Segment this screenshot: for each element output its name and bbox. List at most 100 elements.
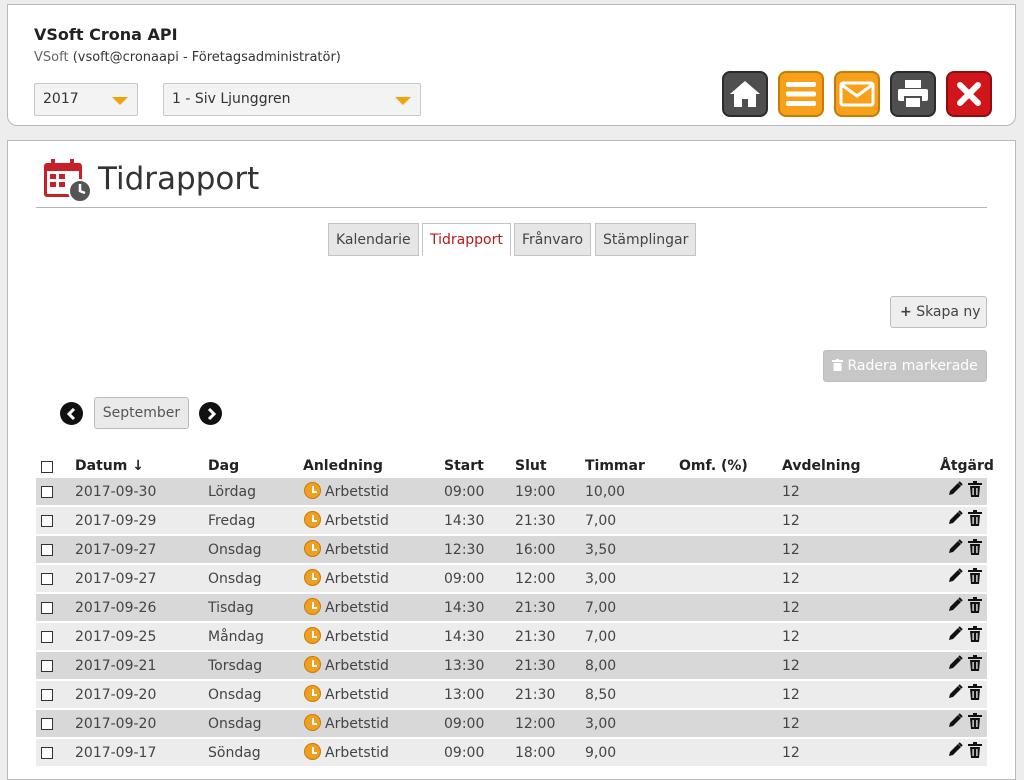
- cell-start: 14:30: [444, 629, 485, 645]
- user-detail: (vsoft@cronaapi - Företagsadministratör): [72, 50, 341, 65]
- tab-kalendarie[interactable]: Kalendarie: [328, 223, 419, 256]
- cell-anledning: Arbetstid: [325, 716, 389, 732]
- cell-start: 09:00: [444, 571, 485, 587]
- person-select-value: 1 - Siv Ljunggren: [172, 91, 291, 107]
- trash-icon[interactable]: [968, 742, 982, 762]
- cell-datum: 2017-09-26: [75, 600, 157, 616]
- row-checkbox[interactable]: [41, 486, 53, 498]
- cell-slut: 21:30: [515, 658, 556, 674]
- month-label[interactable]: September: [94, 397, 189, 429]
- cell-dag: Lördag: [208, 484, 256, 500]
- col-omf: Omf. (%): [679, 458, 748, 474]
- page-title: Tidrapport: [98, 161, 260, 197]
- user-info: VSoft (vsoft@cronaapi - Företagsadminist…: [34, 50, 341, 65]
- close-button[interactable]: [946, 71, 992, 117]
- print-button[interactable]: [890, 71, 936, 117]
- trash-icon[interactable]: [968, 481, 982, 501]
- prev-month-button[interactable]: [60, 402, 83, 425]
- table-row: 2017-09-17 Söndag Arbetstid 09:00 18:00 9,00 1…: [36, 739, 987, 766]
- trash-icon[interactable]: [968, 655, 982, 675]
- edit-icon[interactable]: [947, 539, 963, 559]
- cell-timmar: 3,00: [585, 571, 617, 587]
- select-all-checkbox[interactable]: [41, 461, 53, 473]
- row-checkbox[interactable]: [41, 544, 53, 556]
- chevron-down-icon: [395, 97, 411, 105]
- cell-dag: Onsdag: [208, 687, 262, 703]
- tab-franvaro[interactable]: Frånvaro: [514, 223, 592, 256]
- col-atgard: Åtgärd: [940, 458, 994, 474]
- clock-icon: [304, 743, 321, 760]
- menu-button[interactable]: [778, 71, 824, 117]
- edit-icon[interactable]: [947, 742, 963, 762]
- col-dag: Dag: [208, 458, 240, 474]
- row-checkbox[interactable]: [41, 718, 53, 730]
- cell-start: 09:00: [444, 745, 485, 761]
- cell-avdelning: 12: [782, 687, 800, 703]
- cell-avdelning: 12: [782, 629, 800, 645]
- trash-icon[interactable]: [968, 684, 982, 704]
- col-start: Start: [444, 458, 484, 474]
- row-checkbox[interactable]: [41, 515, 53, 527]
- trash-icon[interactable]: [968, 510, 982, 530]
- cell-start: 12:30: [444, 542, 485, 558]
- menu-icon: [786, 82, 816, 106]
- cell-datum: 2017-09-20: [75, 716, 157, 732]
- edit-icon[interactable]: [947, 510, 963, 530]
- mail-icon: [839, 81, 875, 107]
- row-checkbox[interactable]: [41, 631, 53, 643]
- clock-icon: [304, 569, 321, 586]
- edit-icon[interactable]: [947, 713, 963, 733]
- row-checkbox[interactable]: [41, 689, 53, 701]
- trash-icon[interactable]: [968, 568, 982, 588]
- edit-icon[interactable]: [947, 568, 963, 588]
- cell-start: 13:00: [444, 687, 485, 703]
- main-panel: Tidrapport Kalendarie Tidrapport Frånvar…: [7, 140, 1016, 780]
- trash-icon: [832, 359, 843, 371]
- cell-datum: 2017-09-30: [75, 484, 157, 500]
- edit-icon[interactable]: [947, 597, 963, 617]
- cell-dag: Måndag: [208, 629, 264, 645]
- cell-slut: 21:30: [515, 629, 556, 645]
- cell-slut: 21:30: [515, 513, 556, 529]
- plus-icon: +: [900, 304, 912, 320]
- calendar-clock-icon: [44, 159, 92, 203]
- tab-tidrapport[interactable]: Tidrapport: [422, 223, 511, 256]
- mail-button[interactable]: [834, 71, 880, 117]
- trash-icon[interactable]: [968, 539, 982, 559]
- cell-avdelning: 12: [782, 745, 800, 761]
- row-checkbox[interactable]: [41, 660, 53, 672]
- create-new-button[interactable]: + Skapa ny: [890, 296, 987, 328]
- chevron-left-icon: [66, 407, 75, 420]
- trash-icon[interactable]: [968, 626, 982, 646]
- trash-icon[interactable]: [968, 597, 982, 617]
- tab-stamplingar[interactable]: Stämplingar: [595, 223, 697, 256]
- row-checkbox[interactable]: [41, 747, 53, 759]
- person-select[interactable]: 1 - Siv Ljunggren: [163, 83, 421, 116]
- row-checkbox[interactable]: [41, 573, 53, 585]
- create-new-label: Skapa ny: [916, 304, 981, 320]
- edit-icon[interactable]: [947, 684, 963, 704]
- table-row: 2017-09-29 Fredag Arbetstid 14:30 21:30 7,00 1…: [36, 507, 987, 534]
- table-row: 2017-09-27 Onsdag Arbetstid 09:00 12:00 3,00 1…: [36, 565, 987, 592]
- home-button[interactable]: [722, 71, 768, 117]
- cell-slut: 19:00: [515, 484, 556, 500]
- edit-icon[interactable]: [947, 481, 963, 501]
- year-select-value: 2017: [43, 91, 79, 107]
- table-row: 2017-09-27 Onsdag Arbetstid 12:30 16:00 3,50 1…: [36, 536, 987, 563]
- clock-icon: [304, 511, 321, 528]
- year-select[interactable]: 2017: [34, 83, 138, 116]
- edit-icon[interactable]: [947, 655, 963, 675]
- cell-anledning: Arbetstid: [325, 745, 389, 761]
- cell-dag: Torsdag: [208, 658, 263, 674]
- col-datum[interactable]: Datum ↓: [75, 458, 144, 474]
- cell-datum: 2017-09-29: [75, 513, 157, 529]
- cell-anledning: Arbetstid: [325, 513, 389, 529]
- row-checkbox[interactable]: [41, 602, 53, 614]
- cell-anledning: Arbetstid: [325, 658, 389, 674]
- edit-icon[interactable]: [947, 626, 963, 646]
- next-month-button[interactable]: [199, 402, 222, 425]
- trash-icon[interactable]: [968, 713, 982, 733]
- cell-anledning: Arbetstid: [325, 687, 389, 703]
- delete-selected-button[interactable]: Radera markerade: [823, 350, 987, 382]
- cell-anledning: Arbetstid: [325, 484, 389, 500]
